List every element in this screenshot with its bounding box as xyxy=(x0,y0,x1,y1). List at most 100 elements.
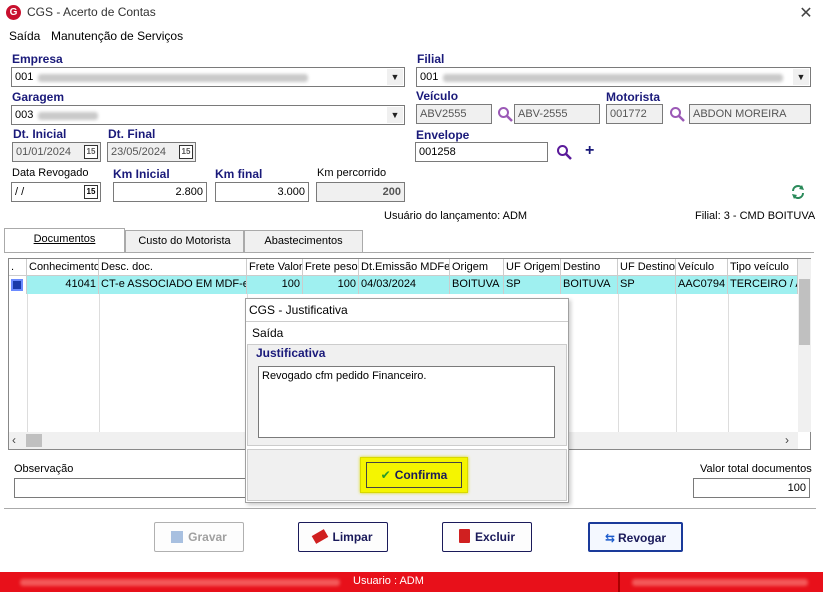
envelope-field[interactable]: 001258 xyxy=(415,142,548,162)
eraser-icon xyxy=(312,529,329,544)
vertical-scrollbar[interactable] xyxy=(798,259,811,432)
grid-column-line xyxy=(27,294,28,432)
justificativa-textarea[interactable]: Revogado cfm pedido Financeiro. xyxy=(258,366,555,438)
excluir-button[interactable]: Excluir xyxy=(442,522,532,552)
grid-cell[interactable]: 100 xyxy=(303,276,359,294)
valor-total-field: 100 xyxy=(693,478,810,498)
calendar-icon[interactable]: 15 xyxy=(84,145,98,159)
grid-cell[interactable]: BOITUVA xyxy=(561,276,618,294)
dialog-menu-saida[interactable]: Saída xyxy=(252,326,283,340)
menu-manutencao-servicos[interactable]: Manutenção de Serviços xyxy=(51,29,183,43)
grid-header[interactable]: Frete Valor xyxy=(247,259,303,276)
filial-info: Filial: 3 - CMD BOITUVA xyxy=(695,210,816,222)
garagem-value: 003 xyxy=(15,109,34,121)
grid-cell[interactable]: BOITUVA xyxy=(450,276,504,294)
grid-header[interactable]: UF Origem xyxy=(504,259,561,276)
empresa-label: Empresa xyxy=(12,52,63,66)
garagem-select[interactable]: 003 ▼ xyxy=(11,105,405,125)
grid-header[interactable]: Frete peso xyxy=(303,259,359,276)
motorista-code-field[interactable]: 001772 xyxy=(606,104,663,124)
status-user: Usuario : ADM xyxy=(353,575,424,587)
grid-header[interactable]: Veículo xyxy=(676,259,728,276)
revogar-label: Revogar xyxy=(618,531,667,545)
divider xyxy=(246,321,568,322)
chevron-right-icon[interactable]: › xyxy=(785,433,789,447)
calendar-icon[interactable]: 15 xyxy=(84,185,98,199)
tab-custo-motorista[interactable]: Custo do Motorista xyxy=(125,230,244,252)
envelope-label: Envelope xyxy=(416,128,470,142)
grid-header[interactable]: UF Destino xyxy=(618,259,676,276)
veiculo-desc-field: ABV-2555 xyxy=(514,104,600,124)
dt-final-field[interactable]: 23/05/2024 15 xyxy=(107,142,196,162)
limpar-label: Limpar xyxy=(332,530,373,544)
grid-cell[interactable]: 41041 xyxy=(27,276,99,294)
chevron-down-icon[interactable]: ▼ xyxy=(387,69,403,85)
search-icon[interactable] xyxy=(669,106,685,122)
gravar-button[interactable]: Gravar xyxy=(154,522,244,552)
grid-column-line xyxy=(676,294,677,432)
grid-column-line xyxy=(99,294,100,432)
close-icon[interactable]: ✕ xyxy=(797,3,815,23)
scrollbar-thumb[interactable] xyxy=(799,279,810,345)
tab-divider xyxy=(4,252,814,253)
grid-cell[interactable]: SP xyxy=(618,276,676,294)
redacted-text xyxy=(38,74,308,82)
dt-inicial-label: Dt. Inicial xyxy=(13,127,67,141)
redacted-text xyxy=(443,74,783,82)
confirma-label: Confirma xyxy=(394,468,448,482)
km-final-field[interactable]: 3.000 xyxy=(215,182,309,202)
dt-final-value: 23/05/2024 xyxy=(111,146,167,158)
redacted-text xyxy=(20,579,340,586)
observacao-field[interactable] xyxy=(14,478,254,498)
grid-cell[interactable]: 100 xyxy=(247,276,303,294)
search-icon[interactable] xyxy=(497,106,513,122)
calendar-icon[interactable]: 15 xyxy=(179,145,193,159)
dt-inicial-field[interactable]: 01/01/2024 15 xyxy=(12,142,101,162)
dialog-button-area: ✔ Confirma xyxy=(247,449,567,501)
grid-header[interactable]: Dt.Emissão MDFe xyxy=(359,259,450,276)
veiculo-code-field[interactable]: ABV2555 xyxy=(416,104,492,124)
chevron-down-icon[interactable]: ▼ xyxy=(793,69,809,85)
empresa-select[interactable]: 001 ▼ xyxy=(11,67,405,87)
menu-saida[interactable]: Saída xyxy=(9,29,40,43)
grid-cell[interactable]: SP xyxy=(504,276,561,294)
km-inicial-field[interactable]: 2.800 xyxy=(113,182,207,202)
excluir-label: Excluir xyxy=(474,530,516,544)
check-icon: ✔ xyxy=(380,468,391,482)
motorista-name-field: ABDON MOREIRA xyxy=(689,104,811,124)
grid-header[interactable]: Origem xyxy=(450,259,504,276)
km-percorrido-field: 200 xyxy=(316,182,405,202)
scrollbar-thumb[interactable] xyxy=(26,434,42,447)
grid-cell[interactable]: CT-e ASSOCIADO EM MDF-e xyxy=(99,276,247,294)
tab-documentos[interactable]: Documentos xyxy=(4,228,125,252)
grid-header[interactable]: Conhecimento xyxy=(27,259,99,276)
data-revogado-field[interactable]: / / 15 xyxy=(11,182,101,202)
redacted-text xyxy=(38,112,98,120)
refresh-icon[interactable] xyxy=(790,184,806,200)
chevron-left-icon[interactable]: ‹ xyxy=(12,433,16,447)
row-selector[interactable] xyxy=(9,276,27,294)
empresa-value: 001 xyxy=(15,71,34,83)
dt-inicial-value: 01/01/2024 xyxy=(16,146,72,158)
grid-cell[interactable]: 04/03/2024 xyxy=(359,276,450,294)
grid-header[interactable]: Desc. doc. xyxy=(99,259,247,276)
revogar-button[interactable]: ⇆ Revogar xyxy=(588,522,683,552)
search-icon[interactable] xyxy=(556,144,572,160)
grid-header[interactable]: Tipo veículo xyxy=(728,259,798,276)
chevron-down-icon[interactable]: ▼ xyxy=(387,107,403,123)
save-icon xyxy=(171,531,184,543)
km-inicial-label: Km Inicial xyxy=(113,167,170,181)
grid-cell[interactable]: AAC0794 xyxy=(676,276,728,294)
add-icon[interactable]: + xyxy=(585,142,594,160)
filial-label: Filial xyxy=(417,52,445,66)
grid-header[interactable]: Destino xyxy=(561,259,618,276)
valor-total-label: Valor total documentos xyxy=(700,463,812,475)
divider xyxy=(4,508,816,509)
confirma-button[interactable]: ✔ Confirma xyxy=(366,462,462,488)
window-title: CGS - Acerto de Contas xyxy=(27,5,156,19)
grid-cell[interactable]: TERCEIRO / A xyxy=(728,276,798,294)
filial-select[interactable]: 001 ▼ xyxy=(416,67,811,87)
km-final-label: Km final xyxy=(215,167,263,181)
tab-abastecimentos[interactable]: Abastecimentos xyxy=(244,230,363,252)
limpar-button[interactable]: Limpar xyxy=(298,522,388,552)
